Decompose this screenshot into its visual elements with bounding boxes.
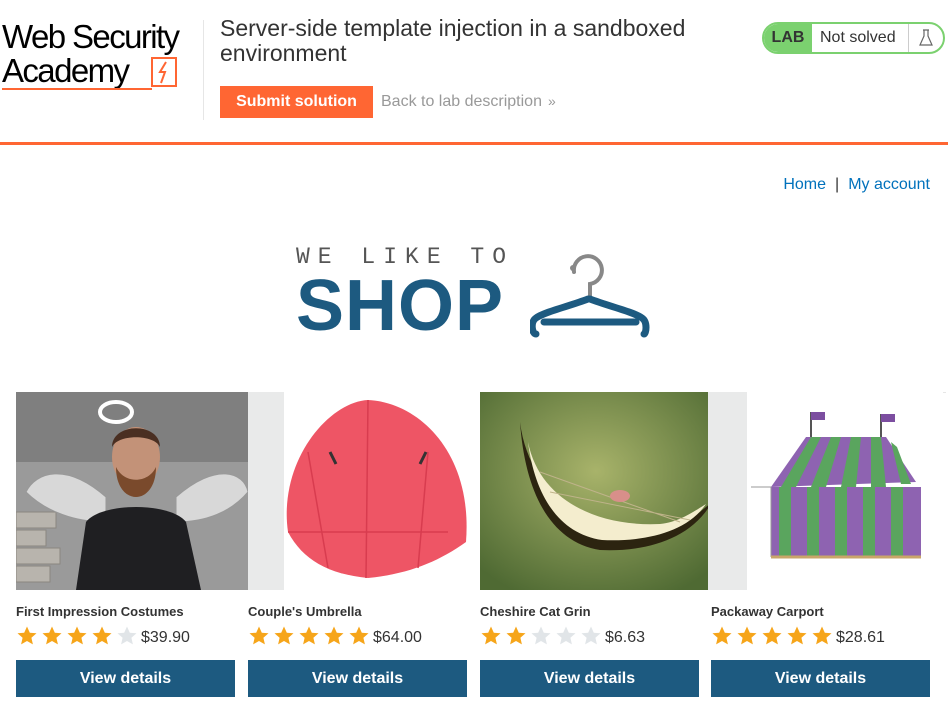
banner-shop-word: SHOP	[296, 266, 505, 346]
view-details-button[interactable]: View details	[480, 660, 699, 697]
product-photo-angel	[16, 392, 248, 590]
logo-underline	[2, 88, 152, 90]
product-card: Packaway Carport $28.61 View details	[711, 392, 943, 702]
lab-header: Web Security Academy Server-side templat…	[0, 0, 948, 142]
star-filled-icon	[737, 626, 757, 645]
header-accent-rule	[0, 142, 948, 145]
product-price: $39.90	[141, 629, 190, 646]
star-filled-icon	[812, 626, 832, 645]
product-image[interactable]	[480, 392, 712, 590]
back-to-lab-description-link[interactable]: Back to lab description »	[381, 93, 556, 111]
product-image[interactable]	[248, 392, 480, 590]
product-name: Cheshire Cat Grin	[480, 604, 591, 619]
nav-home-link[interactable]: Home	[783, 176, 826, 193]
product-card: Couple's Umbrella $64.00 View details	[248, 392, 480, 702]
star-filled-icon	[762, 626, 782, 645]
lab-badge: LAB	[764, 24, 812, 52]
star-filled-icon	[249, 626, 269, 645]
flask-icon	[908, 24, 943, 52]
lab-title: Server-side template injection in a sand…	[220, 15, 686, 66]
star-empty-icon	[117, 626, 137, 645]
product-price: $64.00	[373, 629, 422, 646]
product-image[interactable]	[711, 392, 943, 590]
view-details-button[interactable]: View details	[248, 660, 467, 697]
star-filled-icon	[42, 626, 62, 645]
star-filled-icon	[787, 626, 807, 645]
star-filled-icon	[299, 626, 319, 645]
logo-bolt-icon	[151, 57, 177, 87]
product-name: Packaway Carport	[711, 604, 824, 619]
star-filled-icon	[274, 626, 294, 645]
product-photo-grin	[480, 392, 712, 590]
star-filled-icon	[481, 626, 501, 645]
top-navigation: Home | My account	[783, 176, 930, 194]
product-card: First Impression Costumes $39.90 View de…	[16, 392, 248, 702]
star-empty-icon	[581, 626, 601, 645]
star-filled-icon	[17, 626, 37, 645]
star-filled-icon	[324, 626, 344, 645]
view-details-button[interactable]: View details	[16, 660, 235, 697]
star-filled-icon	[506, 626, 526, 645]
nav-separator: |	[835, 176, 840, 193]
lab-status-text: Not solved	[820, 29, 896, 46]
product-card: Cheshire Cat Grin $6.63 View details	[480, 392, 712, 702]
star-filled-icon	[67, 626, 87, 645]
product-rating	[248, 624, 373, 648]
lab-status-widget: LAB Not solved	[762, 22, 945, 54]
product-name: Couple's Umbrella	[248, 604, 362, 619]
star-filled-icon	[92, 626, 112, 645]
academy-logo[interactable]: Web Security Academy	[2, 18, 202, 94]
product-price: $28.61	[836, 629, 885, 646]
nav-my-account-link[interactable]: My account	[848, 176, 930, 193]
back-link-label: Back to lab description	[381, 93, 542, 110]
hanger-icon	[530, 254, 650, 338]
star-filled-icon	[349, 626, 369, 645]
product-rating	[16, 624, 141, 648]
star-filled-icon	[712, 626, 732, 645]
product-rating	[711, 624, 836, 648]
double-chevron-right-icon: »	[547, 93, 556, 109]
product-name: First Impression Costumes	[16, 604, 184, 619]
product-image[interactable]	[16, 392, 248, 590]
header-divider	[203, 20, 204, 120]
submit-solution-button[interactable]: Submit solution	[220, 86, 373, 118]
product-photo-tent	[711, 392, 943, 590]
logo-text-line2: Academy	[2, 52, 130, 89]
product-photo-umbrella	[248, 392, 480, 590]
view-details-button[interactable]: View details	[711, 660, 930, 697]
product-rating	[480, 624, 605, 648]
product-price: $6.63	[605, 629, 646, 646]
shop-banner: WE LIKE TO SHOP	[296, 244, 656, 344]
star-empty-icon	[556, 626, 576, 645]
star-empty-icon	[531, 626, 551, 645]
logo-text-line1: Web Security	[2, 18, 180, 55]
